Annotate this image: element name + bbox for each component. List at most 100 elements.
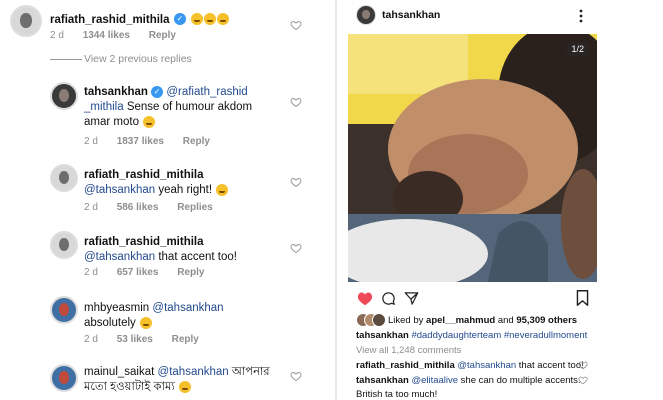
avatar[interactable]	[356, 5, 376, 25]
panel-divider	[335, 0, 337, 400]
comment-header: rafiath_rashid_mithila ✓	[50, 10, 230, 28]
comment-text: she can do multiple accents.	[458, 375, 581, 386]
comment-time: 2 d	[84, 202, 98, 213]
mention-link[interactable]: _mithila	[84, 101, 124, 113]
comment-text: Sense of humour akdom	[123, 101, 253, 113]
comment-meta: 2 d 657 likes Reply	[84, 267, 220, 278]
comment-body: tahsankhan ✓ @rafiath_rashid _mithila Se…	[84, 85, 324, 130]
reply-button[interactable]: Reply	[172, 334, 199, 345]
mention-link[interactable]: @tahsankhan	[457, 360, 516, 371]
comment-meta: 2 d 1837 likes Reply	[84, 136, 226, 147]
comment-meta: 2 d 53 likes Reply	[84, 334, 215, 345]
heart-outline-icon[interactable]	[290, 19, 302, 31]
verified-icon: ✓	[151, 85, 164, 98]
laughing-emoji-icon	[217, 12, 230, 25]
comment-time: 2 d	[84, 267, 98, 278]
avatar[interactable]	[50, 296, 78, 324]
mention-link[interactable]: @tahsankhan	[84, 184, 155, 196]
caption: tahsankhan #daddydaughterteam #neveradul…	[356, 330, 587, 341]
bookmark-icon[interactable]	[576, 290, 589, 306]
comments-panel: rafiath_rashid_mithila ✓ 2 d 1344 likes …	[0, 0, 333, 400]
heart-outline-icon[interactable]	[290, 176, 302, 188]
comment-time: 2 d	[84, 136, 98, 147]
post-username[interactable]: tahsankhan	[382, 9, 440, 21]
mention-link[interactable]: @rafiath_rashid	[166, 86, 247, 98]
comment-likes[interactable]: 1344 likes	[83, 30, 130, 41]
liked-mid: and	[495, 315, 517, 326]
heart-outline-icon[interactable]	[290, 370, 302, 382]
comment-body: mainul_saikat @tahsankhan আপনার মতো হওয়…	[84, 365, 324, 395]
view-replies-button[interactable]: View 2 previous replies	[84, 53, 192, 65]
comment-text: absolutely	[84, 317, 136, 329]
comment-icon[interactable]	[381, 291, 396, 306]
smile-emoji-icon	[216, 183, 229, 196]
comment-meta: 2 d 586 likes Replies	[84, 202, 229, 213]
post-photo[interactable]: 1/2	[348, 34, 597, 282]
verified-icon: ✓	[173, 12, 186, 25]
liked-avatars	[356, 313, 386, 327]
comment-username[interactable]: mainul_saikat	[84, 366, 154, 378]
avatar[interactable]	[50, 82, 78, 110]
comment-body: mhbyeasmin @tahsankhan absolutely	[84, 301, 324, 331]
heart-outline-icon[interactable]	[578, 360, 588, 370]
comment-text: that accent too!	[516, 360, 584, 371]
caption-username[interactable]: tahsankhan	[356, 330, 409, 341]
comment-username[interactable]: rafiath_rashid_mithila	[84, 169, 204, 181]
liked-by-text: Liked by apel__mahmud and 95,309 others	[388, 315, 577, 326]
comment-username[interactable]: rafiath_rashid_mithila	[356, 360, 455, 371]
comment-username[interactable]: tahsankhan	[84, 86, 148, 98]
smile-emoji-icon	[178, 380, 191, 393]
view-all-comments-button[interactable]: View all 1,248 comments	[356, 345, 461, 356]
mention-link[interactable]: @tahsankhan	[152, 302, 223, 314]
comment-username[interactable]: mhbyeasmin	[84, 302, 149, 314]
post-comment: rafiath_rashid_mithila @tahsankhan that …	[356, 360, 584, 371]
laughing-emoji-icon	[191, 12, 204, 25]
comment-meta: 2 d 1344 likes Reply	[50, 30, 192, 41]
heart-outline-icon[interactable]	[290, 96, 302, 108]
avatar[interactable]	[50, 164, 78, 192]
comment-username[interactable]: tahsankhan	[356, 375, 409, 386]
comment-text: yeah right!	[155, 184, 213, 196]
mention-link[interactable]: @tahsankhan	[84, 251, 155, 263]
photo-image	[348, 34, 597, 282]
heart-outline-icon[interactable]	[290, 242, 302, 254]
comment-text: মতো হওয়াটাই কাম্য	[84, 381, 175, 393]
comment-username[interactable]: rafiath_rashid_mithila	[84, 236, 204, 248]
comment-body: rafiath_rashid_mithila @tahsankhan yeah …	[84, 168, 324, 198]
reply-button[interactable]: Reply	[149, 30, 176, 41]
reply-button[interactable]: Reply	[177, 267, 204, 278]
heart-eyes-emoji-icon	[140, 316, 152, 329]
laughing-emoji-icon	[204, 12, 217, 25]
comment-text: আপনার	[228, 366, 270, 378]
liked-prefix: Liked by	[388, 315, 427, 326]
comment-text: that accent too!	[155, 251, 237, 263]
reply-button[interactable]: Reply	[183, 136, 210, 147]
share-icon[interactable]	[404, 291, 419, 306]
comment-likes[interactable]: 586 likes	[117, 202, 159, 213]
comment-likes[interactable]: 657 likes	[117, 267, 159, 278]
photo-counter: 1/2	[566, 42, 589, 56]
comment-time: 2 d	[50, 30, 64, 41]
comment-text: amar moto	[84, 116, 139, 128]
avatar[interactable]	[50, 364, 78, 392]
mention-link[interactable]: @tahsankhan	[158, 366, 229, 378]
post-panel: tahsankhan 1/2 Liked by apel__mahmud and…	[346, 0, 663, 400]
comment-time: 2 d	[84, 334, 98, 345]
replies-line	[50, 59, 82, 60]
avatar[interactable]	[50, 231, 78, 259]
heart-filled-icon[interactable]	[357, 291, 373, 306]
heart-outline-icon[interactable]	[578, 375, 588, 385]
comment-text: British ta too much!	[356, 389, 438, 400]
wink-emoji-icon	[143, 115, 156, 128]
comment-username[interactable]: rafiath_rashid_mithila	[50, 14, 170, 26]
caption-hashtags[interactable]: #daddydaughterteam #neveradullmoment	[411, 330, 587, 341]
avatar[interactable]	[10, 5, 42, 37]
more-options-icon[interactable]	[578, 9, 584, 23]
comment-likes[interactable]: 1837 likes	[117, 136, 164, 147]
comment-likes[interactable]: 53 likes	[117, 334, 153, 345]
liked-user-link[interactable]: apel__mahmud	[426, 315, 495, 326]
post-comment: tahsankhan @elitaalive she can do multip…	[356, 375, 581, 386]
mention-link[interactable]: @elitaalive	[411, 375, 458, 386]
reply-button[interactable]: Replies	[177, 202, 213, 213]
likes-count-link[interactable]: 95,309 others	[516, 315, 577, 326]
